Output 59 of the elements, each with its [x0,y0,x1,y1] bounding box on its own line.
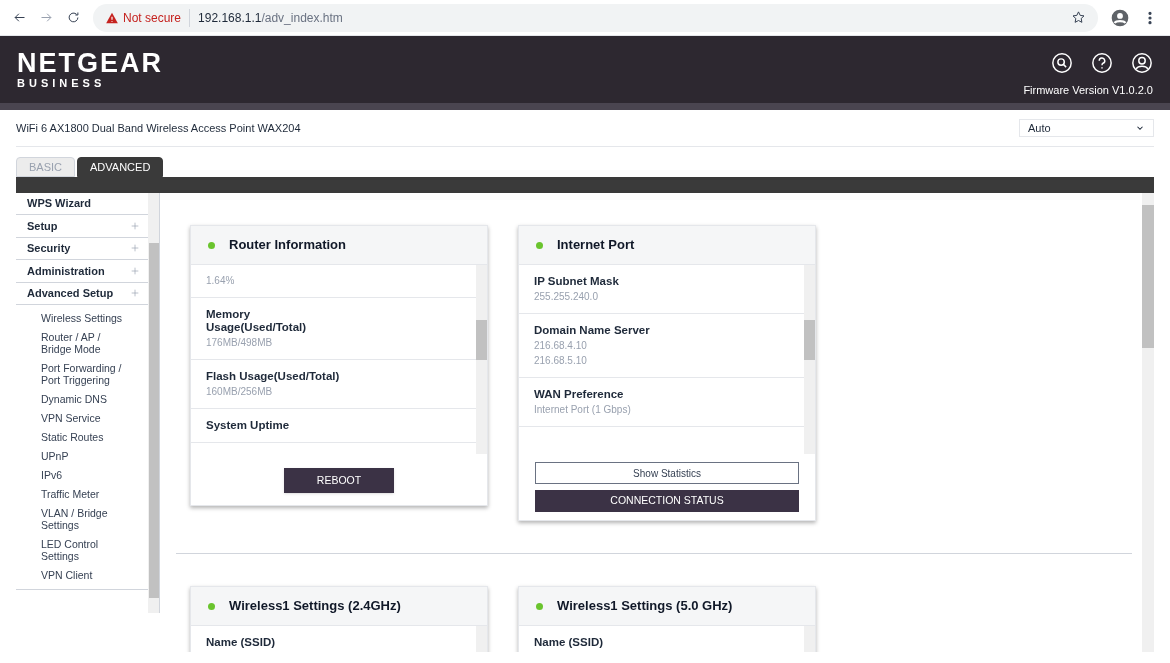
plus-icon[interactable] [130,221,140,232]
page-scrollbar[interactable] [1142,193,1154,652]
field-value: 255.255.240.0 [534,291,599,303]
sidebar-subitem[interactable]: Port Forwarding / Port Triggering [41,361,133,386]
sidebar-subitem[interactable]: Dynamic DNS [41,392,133,405]
sidebar-subitem[interactable]: IPv6 [41,468,133,481]
url-text: 192.168.1.1/adv_index.htm [197,9,343,27]
field-label: IP Subnet Mask [534,275,620,288]
tab[interactable]: ADVANCED [77,157,164,177]
action-button[interactable]: CONNECTION STATUS [535,490,799,512]
forward-icon[interactable] [39,10,54,25]
sidebar-subitem[interactable]: Wireless Settings [41,311,133,324]
field-label: Flash Usage(Used/Total) [206,370,341,383]
action-button[interactable]: Show Statistics [535,462,799,484]
search-icon[interactable] [1051,52,1073,74]
field-label: Name (SSID) [534,636,605,649]
field-value: 176MB/498MB [206,337,274,349]
field-value: 1.64% [206,275,236,287]
brand-subtitle: BUSINESS [17,76,107,90]
card-title: Internet Port [557,236,635,255]
card-scrollbar[interactable] [804,265,815,454]
sidebar-subitem[interactable]: Router / AP / Bridge Mode [41,330,133,355]
field-value: Internet Port (1 Gbps) [534,404,632,416]
sidebar-scrollbar[interactable] [148,193,160,613]
sidebar-subitem[interactable]: Static Routes [41,430,133,443]
card-scrollbar[interactable] [476,265,487,454]
user-icon[interactable] [1131,52,1153,74]
firmware-version: Firmware Version V1.0.2.0 [1023,83,1153,98]
star-icon[interactable] [1071,10,1086,25]
profile-icon[interactable] [1110,7,1130,28]
field-label: WAN Preference [534,388,625,401]
card-title: Wireless1 Settings (5.0 GHz) [557,597,733,616]
mode-dropdown[interactable]: Auto [1019,119,1154,137]
card-title: Wireless1 Settings (2.4GHz) [229,597,401,616]
device-model: WiFi 6 AX1800 Dual Band Wireless Access Point WAX204 [16,120,301,136]
reload-icon[interactable] [66,10,81,25]
field-value: 216.68.4.10 [534,340,588,352]
plus-icon[interactable] [130,265,140,276]
sidebar-subitem[interactable]: UPnP [41,449,133,462]
sidebar-subitem[interactable]: VLAN / Bridge Settings [41,506,133,531]
field-value: 216.68.5.10 [534,355,588,367]
card-title: Router Information [229,236,346,255]
address-bar[interactable]: Not secure 192.168.1.1/adv_index.htm [93,3,1098,32]
brand-logo: NETGEAR [17,50,163,76]
action-button[interactable]: REBOOT [284,468,394,493]
sidebar-subitem[interactable]: LED Control Settings [41,537,133,562]
field-label: Domain Name Server [534,324,651,337]
field-label: Memory Usage(Used/Total) [206,308,308,334]
field-label: System Uptime [206,419,291,432]
back-icon[interactable] [12,10,27,25]
sidebar-subitem[interactable]: VPN Client [41,568,133,581]
sidebar-subitem[interactable]: VPN Service [41,411,133,424]
help-icon[interactable] [1091,52,1113,74]
security-label: Not secure [123,8,191,27]
plus-icon[interactable] [130,243,140,254]
sidebar-subitem[interactable]: Traffic Meter [41,487,133,500]
field-label: Name (SSID) [206,636,277,649]
field-value: 160MB/256MB [206,386,274,398]
plus-icon[interactable] [130,288,140,299]
